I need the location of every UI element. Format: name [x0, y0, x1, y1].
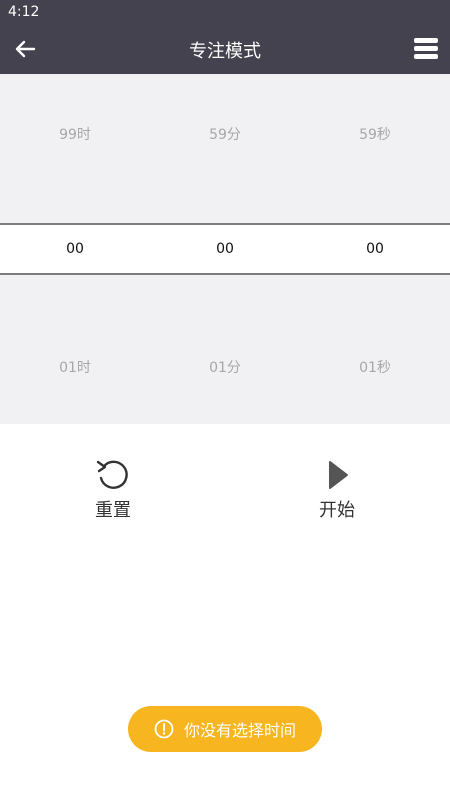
- minute-prev-value: 59分: [209, 127, 241, 143]
- app-bar: 专注模式: [0, 24, 450, 74]
- page-title: 专注模式: [189, 41, 261, 62]
- reset-button[interactable]: 重置: [53, 458, 173, 522]
- reset-label: 重置: [95, 500, 131, 521]
- play-icon: [329, 461, 348, 489]
- toast-text: 你没有选择时间: [183, 721, 296, 740]
- second-prev-value: 59秒: [359, 127, 391, 143]
- status-time: 4:12: [8, 4, 40, 20]
- start-button[interactable]: 开始: [277, 458, 397, 522]
- hour-picker-column[interactable]: 99时 00 01时: [0, 74, 150, 424]
- time-picker: 99时 00 01时 59分 00 01分 59秒 00 01秒: [0, 74, 450, 424]
- exclamation-icon: [154, 719, 174, 739]
- second-current-value: 00: [366, 241, 384, 257]
- second-next-value: 01秒: [359, 360, 391, 376]
- status-bar: 4:12: [0, 0, 450, 24]
- minute-current-value: 00: [216, 241, 234, 257]
- reset-icon: [96, 460, 128, 489]
- hour-current-value: 00: [66, 241, 84, 257]
- toast-message: 你没有选择时间: [128, 706, 322, 752]
- hour-next-value: 01时: [59, 360, 91, 376]
- minute-next-value: 01分: [209, 360, 241, 376]
- hour-prev-value: 99时: [59, 127, 91, 143]
- minute-picker-column[interactable]: 59分 00 01分: [150, 74, 300, 424]
- second-picker-column[interactable]: 59秒 00 01秒: [300, 74, 450, 424]
- menu-button[interactable]: [414, 38, 438, 60]
- start-label: 开始: [319, 500, 355, 521]
